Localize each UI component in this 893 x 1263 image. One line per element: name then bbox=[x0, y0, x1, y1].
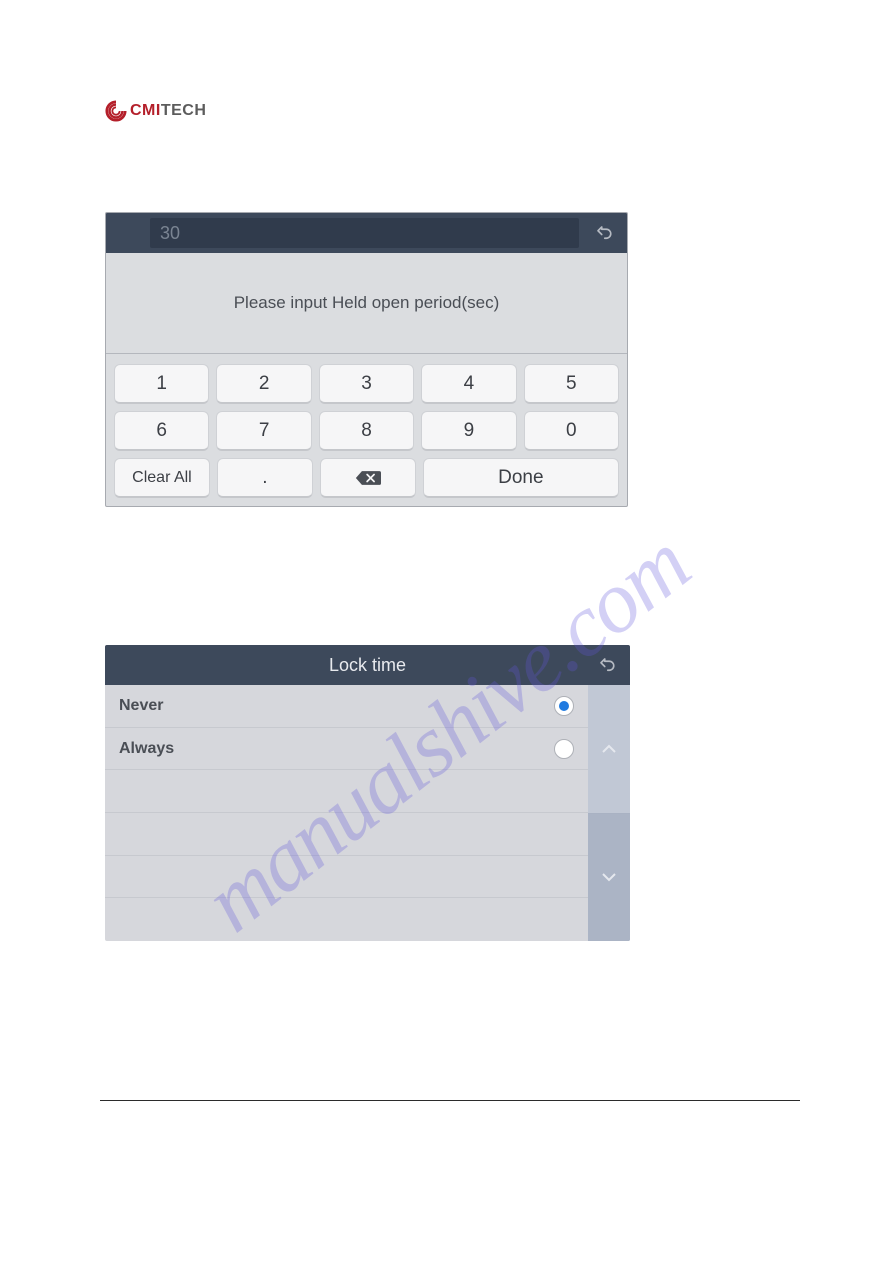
key-3[interactable]: 3 bbox=[319, 364, 414, 404]
option-never[interactable]: Never bbox=[105, 685, 588, 728]
key-clear-all[interactable]: Clear All bbox=[114, 458, 210, 498]
list-scrollbar[interactable] bbox=[588, 685, 630, 941]
list-row-empty bbox=[105, 813, 588, 856]
held-open-input[interactable]: 30 bbox=[150, 218, 579, 248]
chevron-down-icon bbox=[601, 872, 617, 882]
radio-selected-icon bbox=[554, 696, 574, 716]
key-dot[interactable]: . bbox=[217, 458, 313, 498]
brand-logo: CMITECH bbox=[105, 100, 800, 122]
key-2[interactable]: 2 bbox=[216, 364, 311, 404]
scroll-up-button[interactable] bbox=[588, 685, 630, 814]
dialog-prompt: Please input Held open period(sec) bbox=[106, 253, 627, 354]
lock-time-dialog: Lock time Never Always bbox=[105, 645, 630, 941]
option-label: Always bbox=[119, 740, 174, 758]
list-row-empty bbox=[105, 898, 588, 941]
key-9[interactable]: 9 bbox=[421, 411, 516, 451]
scroll-down-button[interactable] bbox=[588, 814, 630, 942]
logo-tech: TECH bbox=[161, 102, 207, 119]
radio-unselected-icon bbox=[554, 739, 574, 759]
list-row-empty bbox=[105, 770, 588, 813]
back-button[interactable] bbox=[587, 218, 621, 248]
dialog-header: 30 bbox=[106, 213, 627, 253]
key-7[interactable]: 7 bbox=[216, 411, 311, 451]
list-row-empty bbox=[105, 856, 588, 899]
held-open-period-dialog: 30 Please input Held open period(sec) 1 … bbox=[105, 212, 628, 507]
key-8[interactable]: 8 bbox=[319, 411, 414, 451]
lock-time-title: Lock time bbox=[329, 655, 406, 676]
footer-divider bbox=[100, 1100, 800, 1101]
key-6[interactable]: 6 bbox=[114, 411, 209, 451]
undo-icon bbox=[593, 224, 615, 242]
held-open-value: 30 bbox=[160, 223, 180, 244]
key-backspace[interactable] bbox=[320, 458, 416, 498]
logo-text: CMITECH bbox=[130, 102, 206, 120]
key-done[interactable]: Done bbox=[423, 458, 619, 498]
logo-swirl-icon bbox=[105, 100, 127, 122]
lock-time-body: Never Always bbox=[105, 685, 630, 941]
back-button[interactable] bbox=[590, 650, 624, 680]
option-always[interactable]: Always bbox=[105, 728, 588, 771]
key-4[interactable]: 4 bbox=[421, 364, 516, 404]
lock-time-list: Never Always bbox=[105, 685, 588, 941]
backspace-icon bbox=[354, 468, 382, 488]
key-1[interactable]: 1 bbox=[114, 364, 209, 404]
option-label: Never bbox=[119, 697, 163, 715]
keypad: 1 2 3 4 5 6 7 8 9 0 Clear All . bbox=[106, 354, 627, 506]
logo-cmi: CMI bbox=[130, 102, 161, 119]
chevron-up-icon bbox=[601, 744, 617, 754]
lock-time-header: Lock time bbox=[105, 645, 630, 685]
key-0[interactable]: 0 bbox=[524, 411, 619, 451]
undo-icon bbox=[596, 656, 618, 674]
key-5[interactable]: 5 bbox=[524, 364, 619, 404]
